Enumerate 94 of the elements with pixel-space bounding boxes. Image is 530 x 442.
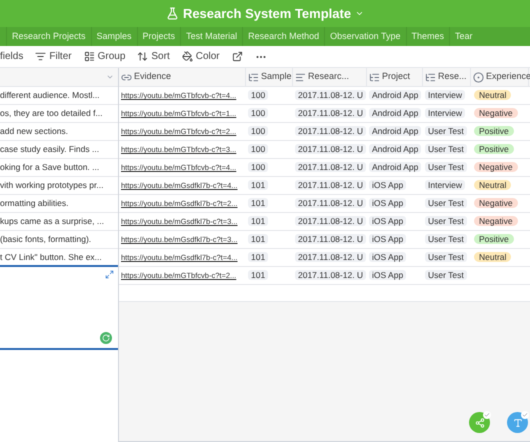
table-cell: User Test xyxy=(425,216,467,226)
color-button[interactable]: Color xyxy=(182,49,220,64)
table-cell: Android App xyxy=(369,162,422,172)
table-cell: 101 xyxy=(248,198,268,208)
table-cell: iOS App xyxy=(369,270,406,280)
table-cell: Interview xyxy=(425,90,466,100)
blocks-app-button[interactable] xyxy=(507,412,528,433)
share-icon[interactable] xyxy=(232,51,243,62)
select-icon xyxy=(473,72,484,82)
experience-tag: Positive xyxy=(474,144,514,154)
list-icon xyxy=(369,72,380,82)
table-cell: User Test xyxy=(425,234,467,244)
experience-tag: Negative xyxy=(474,108,518,118)
table-cell: (basic fonts, formatting). xyxy=(0,231,118,249)
experience-tag: Negative xyxy=(474,198,518,208)
table-cell: 100 xyxy=(248,90,268,100)
table-cell: 2017.11.08-12. U xyxy=(295,90,366,100)
table-cell: vith working prototypes pr... xyxy=(0,177,118,195)
group-button[interactable]: Group xyxy=(84,49,126,64)
table-cell: 100 xyxy=(248,144,268,154)
table-cell: 100 xyxy=(248,108,268,118)
table-cell: User Test xyxy=(425,198,467,208)
table-cell: iOS App xyxy=(369,216,406,226)
table-cell: kups came as a surprise, ... xyxy=(0,213,118,231)
table-cell: 2017.11.08-12. U xyxy=(295,144,366,154)
experience-tag: Neutral xyxy=(474,90,512,100)
window-title: Research System Template xyxy=(182,4,352,23)
experience-tag: Neutral xyxy=(474,252,512,262)
column-header[interactable]: Researc... xyxy=(293,68,367,86)
table-cell: 101 xyxy=(248,234,268,244)
table-cell: different audience. Mostl... xyxy=(0,87,118,105)
table-cell: iOS App xyxy=(369,180,406,190)
experience-tag: Negative xyxy=(474,216,518,226)
table-cell: add new sections. xyxy=(0,123,118,141)
column-header[interactable]: Evidence xyxy=(119,68,246,86)
column-header[interactable]: Rese... xyxy=(423,68,471,86)
table-cell: 2017.11.08-12. U xyxy=(295,162,366,172)
text-lines-icon xyxy=(295,72,306,82)
table-cell: oking for a Save button. ... xyxy=(0,159,118,177)
table-cell: 101 xyxy=(248,252,268,262)
experience-tag: Positive xyxy=(474,126,514,136)
table-cell: Android App xyxy=(369,90,422,100)
refresh-icon[interactable] xyxy=(100,332,112,344)
table-cell: case study easily. Finds ... xyxy=(0,141,118,159)
table-cell: 2017.11.08-12. U xyxy=(295,198,366,208)
table-cell: User Test xyxy=(425,126,467,136)
check-badge xyxy=(483,411,491,419)
table-cell: t CV Link" button. She ex... xyxy=(0,249,118,267)
experience-tag: Negative xyxy=(474,162,518,172)
caret-icon[interactable] xyxy=(106,73,114,81)
group-icon xyxy=(84,51,95,62)
table-cell: User Test xyxy=(425,162,467,172)
filter-icon xyxy=(35,51,46,62)
table-cell: 2017.11.08-12. U xyxy=(295,216,366,226)
table-cell: 100 xyxy=(248,162,268,172)
sort-icon xyxy=(137,51,148,62)
table-cell: 2017.11.08-12. U xyxy=(295,180,366,190)
table-cell: Android App xyxy=(369,126,422,136)
table-cell: 101 xyxy=(248,216,268,226)
table-cell: User Test xyxy=(425,144,467,154)
table-cell: iOS App xyxy=(369,252,406,262)
list-icon xyxy=(425,72,436,82)
table-cell: 101 xyxy=(248,270,268,280)
column-header[interactable]: Sample xyxy=(246,68,293,86)
experience-tag: Positive xyxy=(474,234,514,244)
list-icon xyxy=(248,72,259,82)
fields-button[interactable]: fields xyxy=(0,49,24,64)
table-cell: Interview xyxy=(425,180,466,190)
table-cell: 100 xyxy=(248,126,268,136)
table-cell: 2017.11.08-12. U xyxy=(295,234,366,244)
table-cell: Android App xyxy=(369,144,422,154)
table-cell: 2017.11.08-12. U xyxy=(295,270,366,280)
table-cell: Android App xyxy=(369,108,422,118)
experience-tag: Neutral xyxy=(474,180,512,190)
table-cell: os, they are too detailed f... xyxy=(0,105,118,123)
table-cell: 2017.11.08-12. U xyxy=(295,108,366,118)
table-cell: Interview xyxy=(425,108,466,118)
table-cell: iOS App xyxy=(369,198,406,208)
expand-icon[interactable] xyxy=(105,270,114,279)
table-cell: iOS App xyxy=(369,234,406,244)
table-cell: User Test xyxy=(425,252,467,262)
table-cell: 2017.11.08-12. U xyxy=(295,252,366,262)
table-cell: User Test xyxy=(425,270,467,280)
share-app-button[interactable] xyxy=(469,412,490,433)
filter-button[interactable]: Filter xyxy=(35,49,72,64)
flask-icon xyxy=(166,7,179,20)
table-cell: ormatting abilities. xyxy=(0,195,118,213)
sort-button[interactable]: Sort xyxy=(137,49,170,64)
nodes-icon xyxy=(474,418,484,428)
caret-icon[interactable] xyxy=(355,9,364,18)
table-cell: 2017.11.08-12. U xyxy=(295,126,366,136)
paint-bucket-icon xyxy=(182,51,193,62)
table-cell: 101 xyxy=(248,180,268,190)
column-header[interactable]: Project xyxy=(367,68,423,86)
